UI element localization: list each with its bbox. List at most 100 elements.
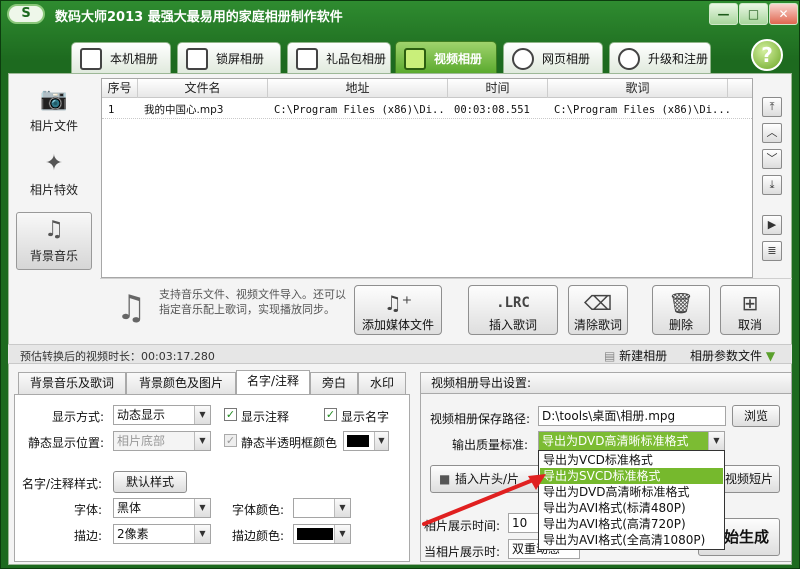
status-bar: 预估转换后的视频时长：00:03:17.280 ▤ 新建相册 相册参数文件 ▼ <box>8 344 792 364</box>
button-label: 插入歌词 <box>488 318 537 332</box>
insert-clip-label: 插入片头/片 <box>455 472 520 486</box>
chevron-down-icon: ▼ <box>194 432 210 450</box>
display-mode-label: 显示方式: <box>52 410 105 424</box>
tab-upgrade-register[interactable]: 升级和注册 <box>609 42 711 74</box>
show-note-checkbox[interactable]: ✓ <box>224 408 237 421</box>
semi-transparent-label: 静态半透明框颜色 <box>241 436 338 450</box>
help-button[interactable]: ? <box>751 39 783 71</box>
cancel-button[interactable]: ⊞ 取消 <box>720 285 780 335</box>
minimize-button[interactable]: — <box>709 3 738 25</box>
nav-background-music[interactable]: ♫ 背景音乐 <box>16 212 92 270</box>
insert-lyrics-button[interactable]: .LRC 插入歌词 <box>468 285 558 335</box>
quality-select[interactable]: 导出为DVD高清晰标准格式 ▼ <box>538 431 725 451</box>
font-color-picker[interactable]: ▼ <box>293 498 351 518</box>
button-label: 取消 <box>737 318 762 332</box>
film-icon <box>404 47 426 70</box>
trash-icon: 🗑 <box>668 291 694 315</box>
list-header: 序号 文件名 地址 时间 歌词 <box>102 79 752 98</box>
camera-icon: 📷 <box>40 87 68 112</box>
insert-clip-button[interactable]: ■ 插入片头/片 <box>430 465 542 493</box>
font-color-label: 字体颜色: <box>232 503 285 517</box>
gift-icon <box>296 47 318 70</box>
save-path-input[interactable]: D:\tools\桌面\相册.mpg <box>538 406 726 426</box>
estimated-duration: 预估转换后的视频时长：00:03:17.280 <box>20 350 215 363</box>
move-bottom-button[interactable]: ⤓ <box>762 175 782 195</box>
quality-value: 导出为DVD高清晰标准格式 <box>542 434 689 448</box>
nav-photo-files[interactable]: 📷 相片文件 <box>16 83 92 139</box>
chevron-down-icon: ▼ <box>194 499 210 517</box>
album-param-file-button[interactable]: 相册参数文件 ▼ <box>690 347 775 364</box>
cell-lyrics: C:\Program Files (x86)\Di... <box>554 104 730 116</box>
show-name-checkbox[interactable]: ✓ <box>324 408 337 421</box>
lrc-icon: .LRC <box>496 295 530 311</box>
stroke-color-picker[interactable]: ▼ <box>293 524 351 544</box>
globe-icon <box>618 47 640 70</box>
font-label: 字体: <box>74 503 103 517</box>
sparkle-icon: ✦ <box>44 151 64 176</box>
col-time[interactable]: 时间 <box>448 79 548 98</box>
move-up-button[interactable]: ︿ <box>762 123 782 143</box>
quality-option[interactable]: 导出为VCD标准格式 <box>540 452 723 468</box>
tab-name-note[interactable]: 名字/注释 <box>236 370 310 394</box>
clear-lyrics-button[interactable]: ⌫ 清除歌词 <box>568 285 628 335</box>
col-lyrics[interactable]: 歌词 <box>548 79 728 98</box>
tab-label: 网页相册 <box>542 52 591 66</box>
add-media-button[interactable]: ♫⁺ 添加媒体文件 <box>354 285 442 335</box>
quality-option[interactable]: 导出为AVI格式(标清480P) <box>540 500 723 516</box>
tab-video-album[interactable]: 视频相册 <box>395 41 497 75</box>
tab-lockscreen-album[interactable]: 锁屏相册 <box>177 42 281 74</box>
current-display-label: 当相片展示时: <box>424 545 501 559</box>
import-hint: 支持音乐文件、视频文件导入。还可以指定音乐配上歌词，实现播放同步。 <box>159 288 346 316</box>
tab-watermark[interactable]: 水印 <box>358 372 406 394</box>
media-list[interactable]: 序号 文件名 地址 时间 歌词 1 我的中国心.mp3 C:\Program F… <box>101 78 753 278</box>
play-button[interactable]: ▶ <box>762 215 782 235</box>
quality-option[interactable]: 导出为AVI格式(高清720P) <box>540 516 723 532</box>
col-index[interactable]: 序号 <box>102 79 138 98</box>
new-album-label: 新建相册 <box>619 349 668 363</box>
ie-icon <box>512 47 534 70</box>
col-filename[interactable]: 文件名 <box>138 79 268 98</box>
col-path[interactable]: 地址 <box>268 79 448 98</box>
display-mode-select[interactable]: 动态显示 ▼ <box>113 405 211 425</box>
tab-bg-color-image[interactable]: 背景颜色及图片 <box>126 372 236 394</box>
move-top-button[interactable]: ⤒ <box>762 97 782 117</box>
move-down-button[interactable]: ﹀ <box>762 149 782 169</box>
save-path-label: 视频相册保存路径: <box>430 412 531 426</box>
quality-option[interactable]: 导出为AVI格式(全高清1080P) <box>540 532 723 548</box>
nav-photo-effects[interactable]: ✦ 相片特效 <box>16 147 92 203</box>
stroke-select[interactable]: 2像素 ▼ <box>113 524 211 544</box>
document-icon: ▤ <box>604 349 620 363</box>
delete-button[interactable]: 🗑 删除 <box>652 285 710 335</box>
param-file-label: 相册参数文件 <box>690 349 763 363</box>
new-album-button[interactable]: ▤ 新建相册 <box>604 347 667 364</box>
tab-local-album[interactable]: 本机相册 <box>71 42 171 74</box>
details-button[interactable]: ≣ <box>762 241 782 261</box>
quality-option[interactable]: 导出为DVD高清晰标准格式 <box>540 484 723 500</box>
box-color-picker[interactable]: ▼ <box>343 431 389 451</box>
table-row[interactable]: 1 我的中国心.mp3 C:\Program Files (x86)\Di...… <box>102 101 752 119</box>
maximize-button[interactable]: □ <box>739 3 768 25</box>
quality-option-highlighted[interactable]: 导出为SVCD标准格式 <box>540 468 723 484</box>
semi-transparent-checkbox[interactable]: ✓ <box>224 434 237 447</box>
tab-narration[interactable]: 旁白 <box>310 372 358 394</box>
font-select[interactable]: 黑体 ▼ <box>113 498 211 518</box>
browse-button[interactable]: 浏览 <box>732 405 780 427</box>
cell-path: C:\Program Files (x86)\Di... <box>274 104 446 116</box>
tab-gift-album[interactable]: 礼品包相册 <box>287 42 391 74</box>
static-position-value: 相片底部 <box>117 434 166 448</box>
button-label: 删除 <box>668 318 693 332</box>
default-style-button[interactable]: 默认样式 <box>113 471 187 493</box>
tab-label: 锁屏相册 <box>216 52 265 66</box>
tab-web-album[interactable]: 网页相册 <box>503 42 603 74</box>
video-clip-button[interactable]: 视频短片 <box>718 465 780 493</box>
tab-label: 视频相册 <box>434 52 483 66</box>
tab-bg-music-lyrics[interactable]: 背景音乐及歌词 <box>18 372 126 394</box>
chevron-down-icon: ▼ <box>708 432 724 450</box>
chevron-down-icon: ▼ <box>374 432 388 450</box>
nav-label: 背景音乐 <box>29 249 78 263</box>
monitor-icon <box>186 47 208 70</box>
static-position-select[interactable]: 相片底部 ▼ <box>113 431 211 451</box>
close-button[interactable]: ✕ <box>769 3 798 25</box>
eraser-icon: ⌫ <box>583 291 613 315</box>
quality-dropdown-list[interactable]: 导出为VCD标准格式 导出为SVCD标准格式 导出为DVD高清晰标准格式 导出为… <box>538 450 725 550</box>
